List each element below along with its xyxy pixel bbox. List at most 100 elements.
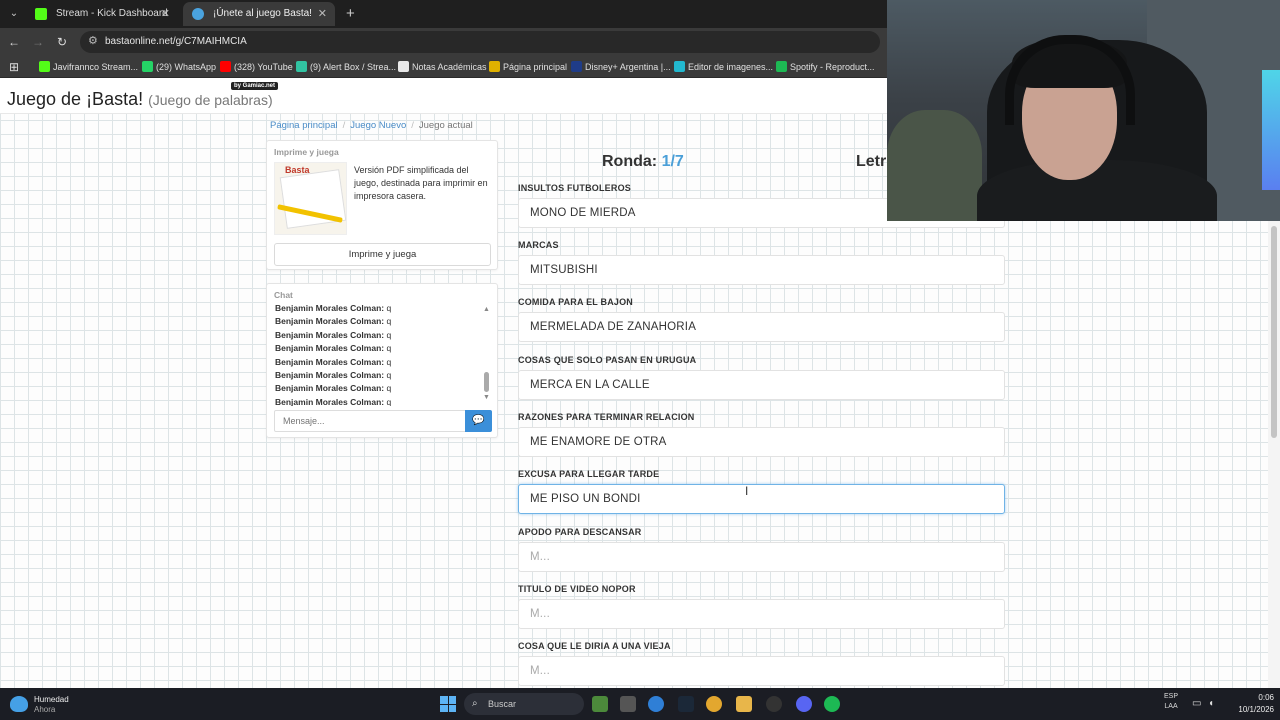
volume-icon[interactable]: ◖ xyxy=(1208,698,1214,709)
reload-icon[interactable]: ↻ xyxy=(54,34,70,50)
print-description: Versión PDF simplificada del juego, dest… xyxy=(354,165,488,201)
round-value: 1/7 xyxy=(661,153,684,170)
bookmark-favicon-icon xyxy=(776,61,787,72)
bookmark-favicon-icon xyxy=(296,61,307,72)
forward-arrow-icon[interactable]: → xyxy=(30,34,46,50)
bookmark-label: Spotify - Reproduct... xyxy=(790,62,875,72)
send-message-button[interactable]: 💬 xyxy=(465,410,492,432)
folder-icon[interactable] xyxy=(736,696,752,712)
bookmark-item[interactable]: (328) YouTube xyxy=(220,56,293,78)
tab-search-chevron-icon[interactable]: ⌄ xyxy=(6,6,22,22)
obs-icon[interactable] xyxy=(766,696,782,712)
category-answer-field[interactable]: MERMELADA DE ZANAHORIA xyxy=(518,312,1005,342)
bookmark-item[interactable]: Spotify - Reproduct... xyxy=(776,56,875,78)
tab-title: ¡Únete al juego Basta! xyxy=(213,8,312,19)
minecraft-icon[interactable] xyxy=(592,696,608,712)
bookmark-label: Javifrannco Stream... xyxy=(53,62,139,72)
windows-start-icon[interactable] xyxy=(440,696,456,712)
bookmark-favicon-icon xyxy=(142,61,153,72)
chat-message: Benjamin Morales Colman: q xyxy=(275,396,485,406)
site-info-icon[interactable]: ⚙ xyxy=(88,34,98,47)
close-tab-icon[interactable]: ✕ xyxy=(318,2,327,26)
spotify-icon[interactable] xyxy=(824,696,840,712)
chat-message: Benjamin Morales Colman: q xyxy=(275,356,485,369)
chat-scrollbar-thumb[interactable] xyxy=(484,372,489,392)
print-and-play-button[interactable]: Imprime y juega xyxy=(274,243,491,266)
basta-favicon-icon xyxy=(192,8,204,20)
bookmark-label: Disney+ Argentina |... xyxy=(585,62,671,72)
clock-date: 10/1/2026 xyxy=(1238,705,1274,714)
chat-text: q xyxy=(386,303,392,313)
discord-icon[interactable] xyxy=(796,696,812,712)
category-label: MARCAS xyxy=(518,240,559,250)
bookmark-favicon-icon xyxy=(571,61,582,72)
bookmark-item[interactable]: (29) WhatsApp xyxy=(142,56,216,78)
breadcrumb-new-game-link[interactable]: Juego Nuevo xyxy=(350,120,406,131)
weather-drop-icon xyxy=(10,696,28,712)
chat-panel: Chat Benjamin Morales Colman: q Benjamin… xyxy=(266,283,498,438)
tab-basta-game[interactable]: ¡Únete al juego Basta! ✕ xyxy=(183,2,335,26)
category-answer-field[interactable]: M... xyxy=(518,542,1005,572)
address-bar[interactable]: ⚙ bastaonline.net/g/C7MAIHMCIA xyxy=(80,31,880,53)
category-answer-field-focused[interactable]: ME PISO UN BONDI xyxy=(518,484,1005,514)
taskbar-search[interactable]: ⌕ Buscar xyxy=(464,693,584,715)
category-answer-field[interactable]: M... xyxy=(518,656,1005,686)
bookmark-favicon-icon xyxy=(220,61,231,72)
network-icon[interactable]: ▭ xyxy=(1192,698,1201,709)
chat-message-input[interactable] xyxy=(274,410,466,432)
chat-message: Benjamin Morales Colman: q xyxy=(275,382,485,395)
breadcrumb-current: Juego actual xyxy=(418,120,473,131)
category-label: COSA QUE LE DIRIA A UNA VIEJA xyxy=(518,641,671,651)
gamiac-badge[interactable]: by Gamiac.net xyxy=(231,82,279,90)
tab-title: Stream - Kick Dashboard xyxy=(56,8,168,19)
address-url: bastaonline.net/g/C7MAIHMCIA xyxy=(105,36,247,47)
scroll-up-arrow-icon[interactable]: ▲ xyxy=(483,306,490,313)
bookmark-favicon-icon xyxy=(39,61,50,72)
chat-message: Benjamin Morales Colman: q xyxy=(275,302,485,315)
print-and-play-panel: Imprime y juega Basta Versión PDF simpli… xyxy=(266,140,498,270)
bookmark-label: Página principal xyxy=(503,62,568,72)
weather-widget[interactable]: Humedad Ahora xyxy=(10,692,90,716)
steam-icon[interactable] xyxy=(678,696,694,712)
bookmark-favicon-icon xyxy=(398,61,409,72)
chrome-icon[interactable] xyxy=(706,696,722,712)
apps-grid-icon[interactable]: ⊞ xyxy=(6,59,22,75)
category-label: TITULO DE VIDEO NOPOR xyxy=(518,584,636,594)
category-label: APODO PARA DESCANSAR xyxy=(518,527,642,537)
bookmark-item[interactable]: Disney+ Argentina |... xyxy=(571,56,671,78)
category-answer-field[interactable]: M... xyxy=(518,599,1005,629)
page-scrollbar[interactable] xyxy=(1268,218,1280,688)
tab-kick-dashboard[interactable]: Stream - Kick Dashboard ✕ xyxy=(26,2,178,26)
file-explorer-icon[interactable] xyxy=(620,696,636,712)
bookmark-item[interactable]: (9) Alert Box / Strea... xyxy=(296,56,396,78)
chat-bubble-icon: 💬 xyxy=(472,415,485,426)
round-label: Ronda: xyxy=(602,153,658,170)
language-indicator[interactable]: ESP LAA xyxy=(1164,692,1178,712)
bookmark-item[interactable]: Página principal xyxy=(489,56,567,78)
system-clock[interactable]: 0:06 10/1/2026 xyxy=(1224,692,1274,716)
chat-message-list[interactable]: Benjamin Morales Colman: q Benjamin Mora… xyxy=(275,302,485,406)
bookmark-item[interactable]: Notas Académicas xyxy=(398,56,487,78)
category-answer-field[interactable]: MERCA EN LA CALLE xyxy=(518,370,1005,400)
breadcrumb-separator: / xyxy=(411,120,414,131)
round-indicator: Ronda: 1/7 xyxy=(602,153,684,171)
scroll-down-arrow-icon[interactable]: ▼ xyxy=(483,394,490,401)
chat-message: Benjamin Morales Colman: q xyxy=(275,342,485,355)
bookmark-label: (328) YouTube xyxy=(234,62,293,72)
category-answer-field[interactable]: ME ENAMORE DE OTRA xyxy=(518,427,1005,457)
chat-text: q xyxy=(386,369,392,380)
bookmark-item[interactable]: Javifrannco Stream... xyxy=(39,56,138,78)
edge-icon[interactable] xyxy=(648,696,664,712)
windows-taskbar: Humedad Ahora ⌕ Buscar ESP LAA ▭ ◖ 0:06 … xyxy=(0,688,1280,720)
back-arrow-icon[interactable]: ← xyxy=(6,34,22,50)
clock-time: 0:06 xyxy=(1258,693,1274,702)
language-code: ESP xyxy=(1164,693,1179,700)
new-tab-plus-icon[interactable]: + xyxy=(346,4,355,24)
chat-author: Benjamin Morales Colman: xyxy=(275,303,385,313)
bookmark-item[interactable]: Editor de imagenes... xyxy=(674,56,773,78)
breadcrumb-home-link[interactable]: Página principal xyxy=(270,120,338,131)
category-answer-field[interactable]: MITSUBISHI xyxy=(518,255,1005,285)
chat-title: Chat xyxy=(274,290,293,300)
close-tab-icon[interactable]: ✕ xyxy=(161,2,170,26)
page-scrollbar-thumb[interactable] xyxy=(1271,226,1277,438)
